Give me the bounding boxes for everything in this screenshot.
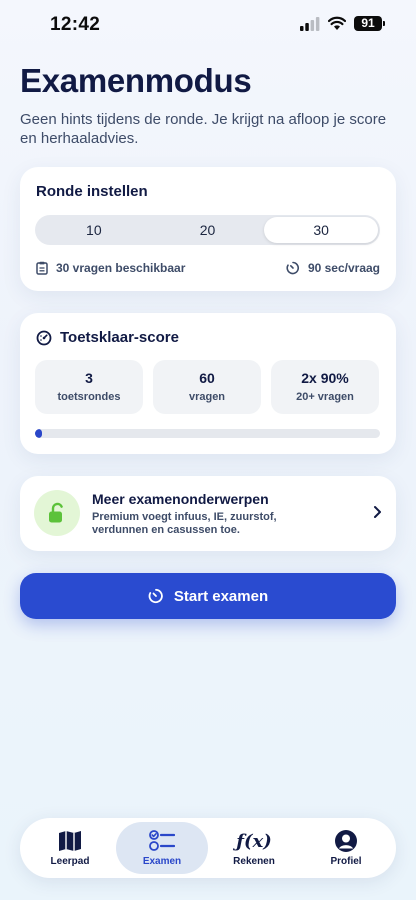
timer-icon — [148, 588, 163, 604]
tab-label: Leerpad — [50, 856, 90, 867]
score-stats: 3 toetsrondes 60 vragen 2x 90% 20+ vrage… — [35, 360, 379, 414]
stat-value: 2x 90% — [301, 370, 349, 386]
bottom-tab-bar: Leerpad Examen ƒ(x) Rekenen Profiel — [20, 818, 396, 878]
readiness-score-header: Toetsklaar-score — [36, 329, 179, 346]
round-settings-title: Ronde instellen — [36, 183, 148, 200]
tab-rekenen[interactable]: ƒ(x) Rekenen — [208, 822, 300, 874]
wifi-icon — [328, 16, 346, 30]
start-exam-label: Start examen — [173, 587, 269, 605]
status-time: 12:42 — [50, 14, 101, 35]
readiness-score-title: Toetsklaar-score — [60, 329, 179, 346]
unlock-icon — [49, 502, 63, 523]
battery-indicator: 91 — [354, 16, 385, 31]
stat-label: vragen — [188, 391, 226, 403]
stat-value: 3 — [85, 370, 93, 386]
readiness-progress-fill — [35, 429, 42, 438]
question-count-selector: 10 20 30 — [35, 215, 380, 245]
tab-label: Profiel — [330, 856, 362, 867]
profile-icon — [334, 829, 358, 853]
readiness-progress-bar — [35, 429, 380, 438]
stat-high-scores: 2x 90% 20+ vragen — [271, 360, 379, 414]
tab-profiel[interactable]: Profiel — [300, 822, 392, 874]
segment-20[interactable]: 20 — [151, 217, 265, 243]
tab-label: Examen — [142, 856, 182, 867]
cellular-signal-icon — [300, 17, 320, 31]
checklist-icon — [149, 829, 175, 853]
readiness-score-card: Toetsklaar-score 3 toetsrondes 60 vragen… — [20, 313, 396, 454]
chevron-right-icon — [374, 506, 381, 518]
premium-upsell-card[interactable]: Meer examenonderwerpen Premium voegt inf… — [20, 476, 396, 551]
clipboard-icon — [36, 261, 48, 275]
gauge-icon — [36, 330, 52, 345]
stat-label: 20+ vragen — [296, 391, 354, 403]
segment-30[interactable]: 30 — [264, 217, 379, 243]
status-bar: 12:42 91 — [0, 0, 416, 50]
tab-label: Rekenen — [233, 856, 275, 867]
time-per-question: 90 sec/vraag — [286, 261, 380, 275]
lock-badge — [34, 490, 80, 536]
map-icon — [58, 829, 82, 853]
segment-10[interactable]: 10 — [37, 217, 151, 243]
stat-label: toetsrondes — [57, 391, 121, 403]
page-title: Examenmodus — [20, 62, 252, 99]
stat-value: 60 — [199, 370, 215, 386]
time-per-question-label: 90 sec/vraag — [307, 261, 380, 275]
timer-icon — [286, 261, 299, 275]
stat-rounds: 3 toetsrondes — [35, 360, 143, 414]
stat-questions: 60 vragen — [153, 360, 261, 414]
page-subtitle: Geen hints tijdens de ronde. Je krijgt n… — [20, 111, 387, 147]
premium-description: Premium voegt infuus, IE, zuurstof, verd… — [92, 511, 277, 536]
function-icon: ƒ(x) — [236, 830, 272, 852]
tab-leerpad[interactable]: Leerpad — [24, 822, 116, 874]
round-settings-card: Ronde instellen 10 20 30 30 vragen besch… — [20, 167, 396, 291]
start-exam-button[interactable]: Start examen — [20, 573, 396, 619]
available-questions-label: 30 vragen beschikbaar — [56, 261, 186, 275]
premium-title: Meer examenonderwerpen — [92, 491, 269, 507]
tab-examen[interactable]: Examen — [116, 822, 208, 874]
available-questions: 30 vragen beschikbaar — [36, 261, 185, 275]
